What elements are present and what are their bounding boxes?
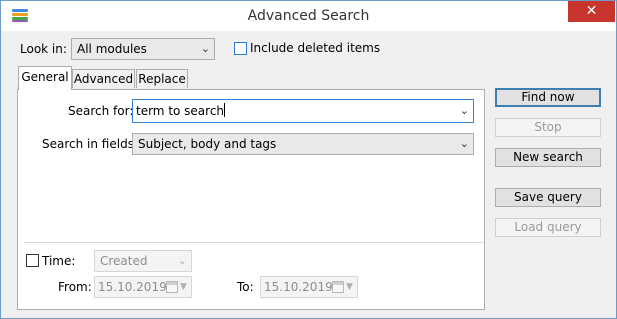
to-date-picker[interactable]: 15.10.2019 ▼	[260, 276, 358, 298]
close-button[interactable]: ✕	[568, 1, 615, 22]
include-deleted-label: Include deleted items	[250, 41, 381, 55]
tab-advanced[interactable]: Advanced	[72, 69, 135, 88]
search-for-input[interactable]: term to search ⌄	[132, 99, 474, 123]
look-in-label: Look in:	[20, 42, 67, 56]
time-type-value: Created	[100, 254, 148, 268]
chevron-down-icon: ▼	[180, 282, 187, 292]
title-bar[interactable]: Advanced Search ✕	[1, 1, 616, 31]
from-date-value: 15.10.2019	[98, 280, 167, 294]
chevron-down-icon: ⌄	[200, 42, 210, 55]
window-title: Advanced Search	[247, 8, 370, 24]
to-date-value: 15.10.2019	[264, 280, 333, 294]
text-caret	[224, 103, 226, 117]
calendar-icon	[166, 281, 178, 293]
time-type-select[interactable]: Created ⌄	[94, 250, 192, 272]
close-icon: ✕	[585, 3, 598, 19]
search-in-fields-value: Subject, body and tags	[138, 137, 277, 151]
find-now-button[interactable]: Find now	[495, 88, 601, 107]
tab-replace[interactable]: Replace	[136, 69, 188, 88]
chevron-down-icon: ▼	[346, 282, 353, 292]
tab-general[interactable]: General	[18, 66, 72, 90]
search-in-fields-label: Search in fields:	[42, 137, 138, 151]
calendar-icon	[332, 281, 344, 293]
new-search-button[interactable]: New search	[495, 148, 601, 167]
search-in-fields-select[interactable]: Subject, body and tags ⌄	[132, 133, 474, 155]
look-in-value: All modules	[77, 42, 147, 56]
search-for-value: term to search	[136, 104, 225, 118]
include-deleted-checkbox[interactable]	[234, 42, 247, 55]
save-query-button[interactable]: Save query	[495, 188, 601, 207]
chevron-down-icon[interactable]: ⌄	[460, 100, 469, 122]
stop-button[interactable]: Stop	[495, 118, 601, 137]
chevron-down-icon: ⌄	[459, 137, 469, 150]
look-in-select[interactable]: All modules ⌄	[71, 38, 215, 60]
chevron-down-icon: ⌄	[177, 254, 187, 267]
time-label: Time:	[42, 254, 76, 268]
to-label: To:	[237, 280, 254, 294]
from-date-picker[interactable]: 15.10.2019 ▼	[94, 276, 192, 298]
search-for-label: Search for:	[68, 104, 134, 118]
divider	[24, 242, 483, 243]
load-query-button[interactable]: Load query	[495, 218, 601, 237]
from-label: From:	[58, 280, 92, 294]
time-checkbox[interactable]	[26, 254, 39, 267]
advanced-search-window: Advanced Search ✕ Look in: All modules ⌄…	[0, 0, 617, 319]
